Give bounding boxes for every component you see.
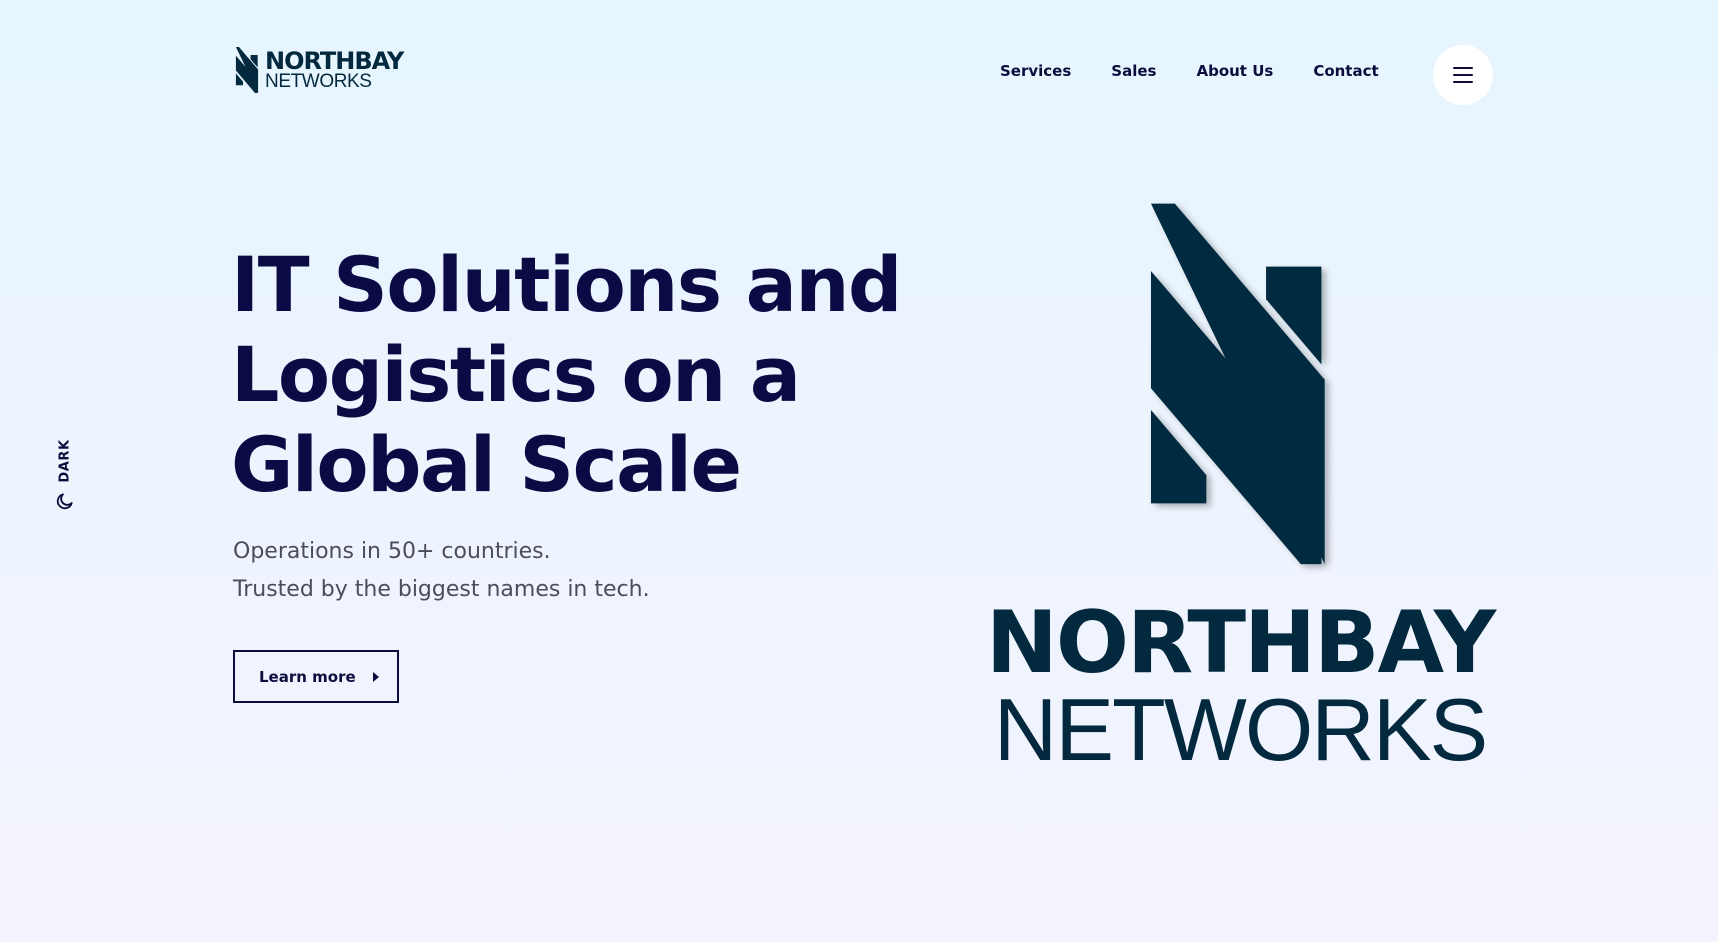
nav-services[interactable]: Services <box>1000 62 1071 80</box>
learn-more-label: Learn more <box>259 667 356 686</box>
brand-wordmark-line1: NORTHBAY <box>985 593 1496 693</box>
hamburger-menu-icon <box>1453 67 1473 83</box>
hero-title-line: Global Scale <box>231 420 742 509</box>
moon-icon <box>55 491 75 515</box>
main-nav: Services Sales About Us Contact <box>1000 62 1419 80</box>
dark-mode-toggle[interactable]: DARK <box>52 438 78 514</box>
northbay-logo-icon <box>233 47 261 93</box>
brand-wordmark-line2: NETWORKS <box>993 680 1488 779</box>
hero-title-line: IT Solutions and <box>231 240 902 329</box>
dark-mode-label: DARK <box>57 439 73 483</box>
logo-wordmark: NORTHBAY NETWORKS <box>265 47 404 91</box>
logo-wordmark-line1: NORTHBAY <box>265 47 404 75</box>
learn-more-button[interactable]: Learn more <box>233 650 399 703</box>
caret-right-icon <box>373 672 379 682</box>
hero-title: IT Solutions and Logistics on a Global S… <box>231 240 951 510</box>
hero-subtitle-line: Trusted by the biggest names in tech. <box>233 577 650 602</box>
brand-logo-mark <box>1140 195 1340 579</box>
hero-title-line: Logistics on a <box>231 330 801 419</box>
menu-button[interactable] <box>1433 45 1493 105</box>
hero-subtitle: Operations in 50+ countries. Trusted by … <box>233 533 793 609</box>
nav-contact[interactable]: Contact <box>1313 62 1378 80</box>
header-logo[interactable]: NORTHBAY NETWORKS <box>233 47 404 93</box>
northbay-n-logo-icon <box>1150 203 1325 565</box>
hero-subtitle-line: Operations in 50+ countries. <box>233 539 551 564</box>
nav-about-us[interactable]: About Us <box>1196 62 1273 80</box>
nav-sales[interactable]: Sales <box>1111 62 1156 80</box>
